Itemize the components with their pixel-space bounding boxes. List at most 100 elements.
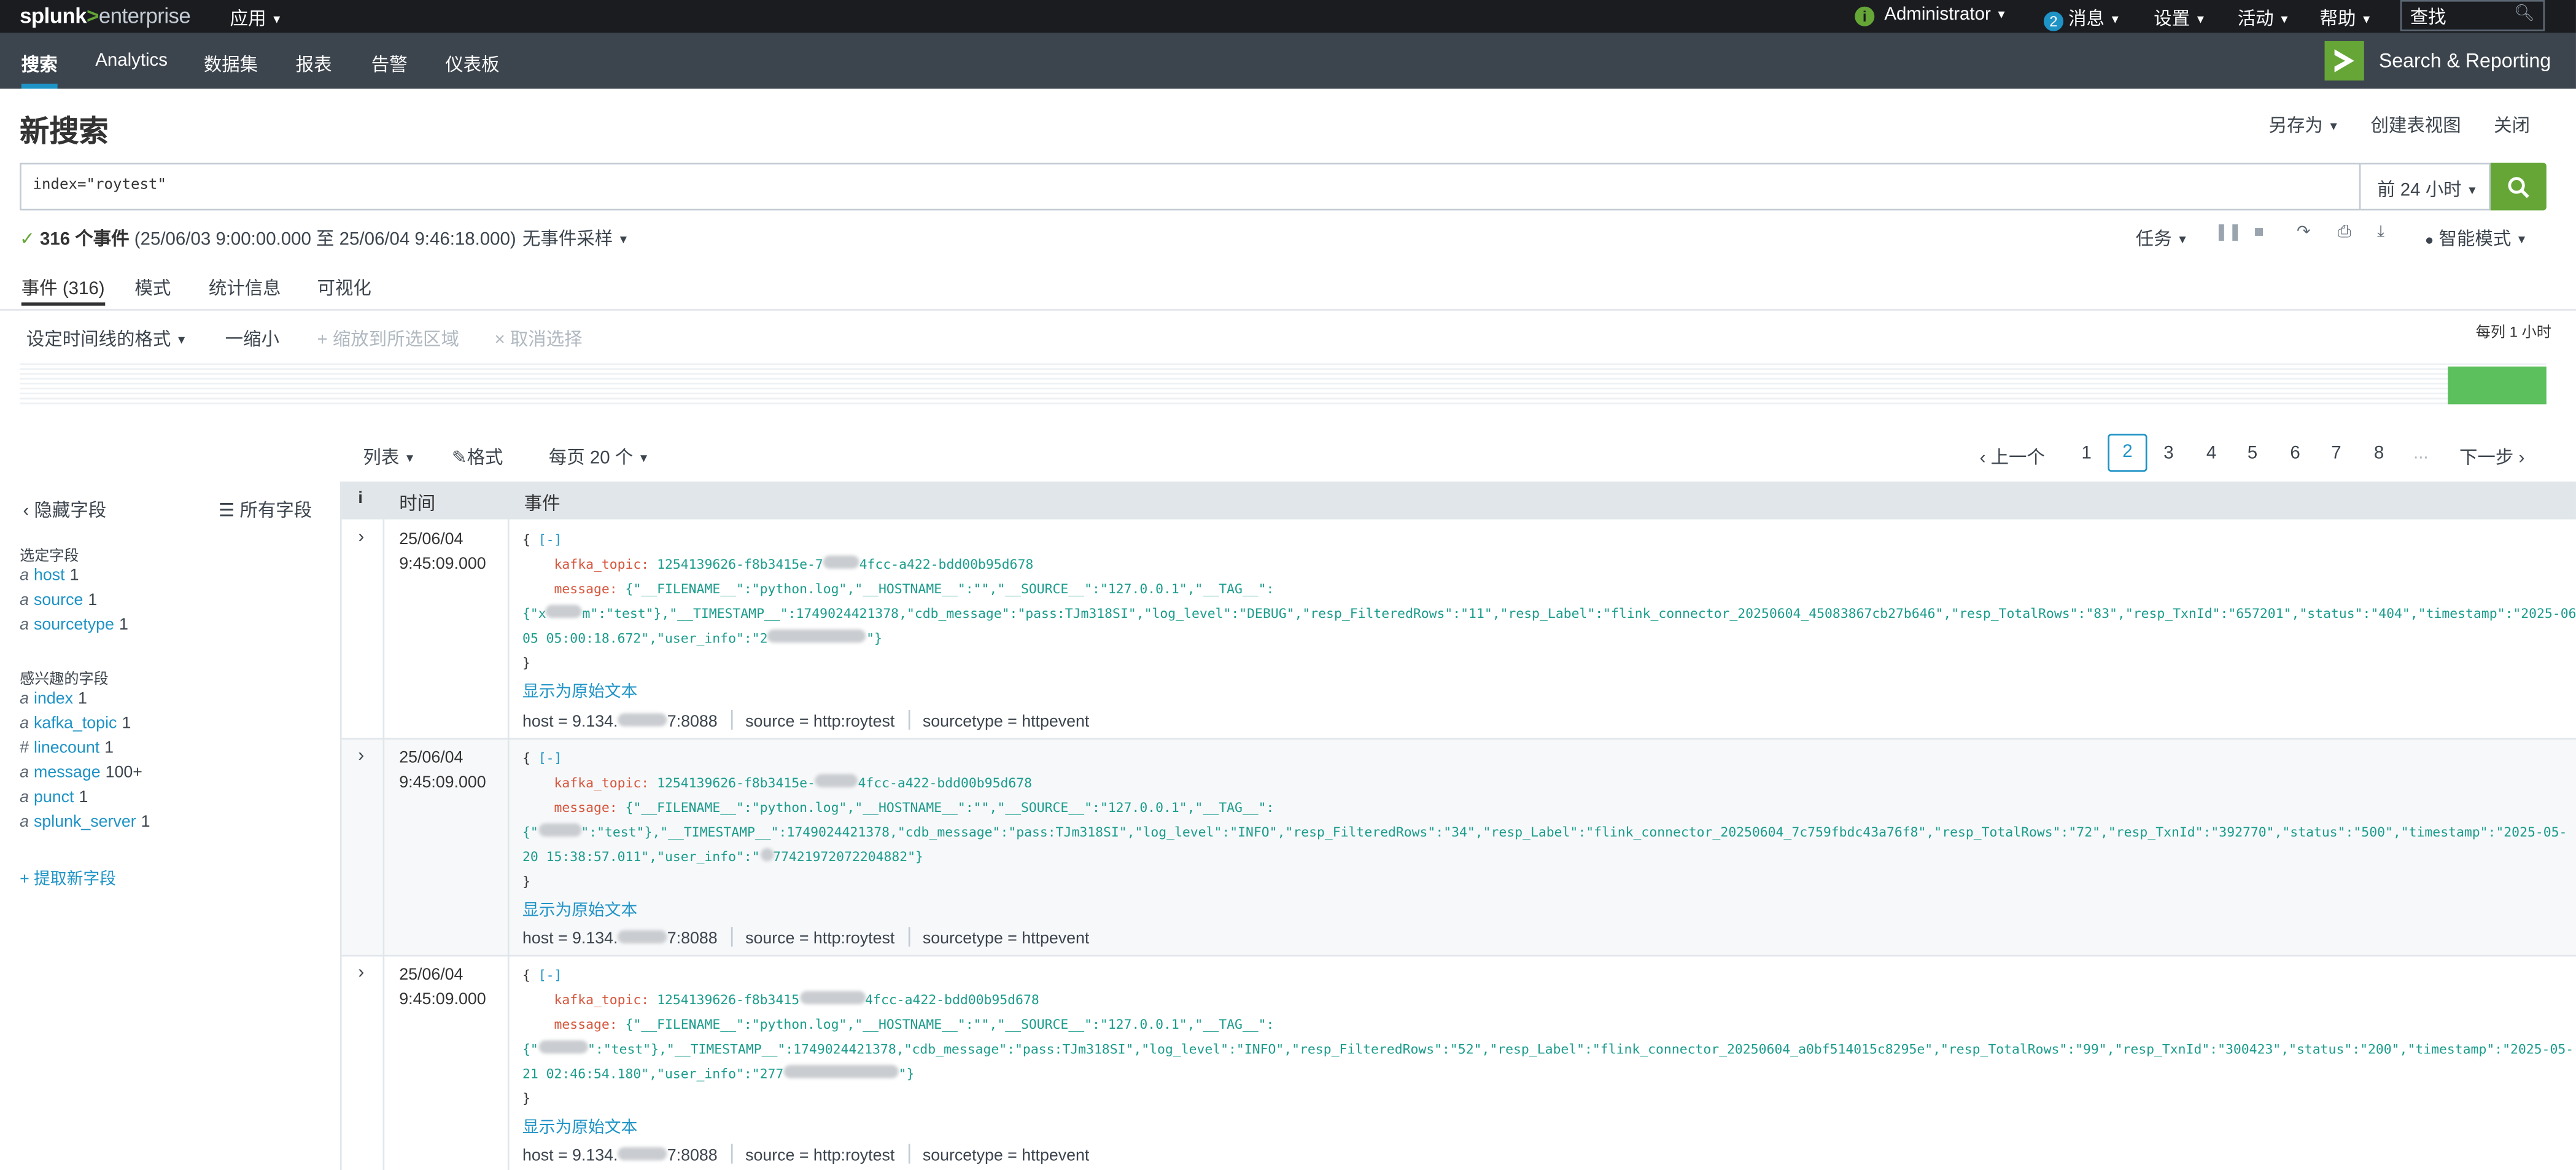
field-splunk-server[interactable]: a splunk_server 1 [20,814,150,832]
page-4[interactable]: 4 [2206,444,2216,464]
timeline-format-menu[interactable]: 设定时间线的格式 ▼ [26,326,187,352]
col-time[interactable]: 时间 [399,489,435,516]
meta-sourcetype[interactable]: sourcetype = httpevent [923,930,1090,948]
meta-host[interactable]: host = 9.134. [522,713,618,731]
nav-search[interactable]: 搜索 [21,51,58,89]
format-button[interactable]: ✎格式 [452,444,503,470]
search-mode-menu[interactable]: ● 智能模式 ▼ [2425,225,2528,252]
search-button[interactable] [2490,162,2547,211]
hide-fields-button[interactable]: ‹ 隐藏字段 [23,496,106,523]
tab-events[interactable]: 事件 (316) [21,275,105,306]
share-icon[interactable]: ↷ [2297,224,2310,241]
messages-menu[interactable]: 2 消息 ▼ [2043,5,2121,31]
meta-source[interactable]: source = http:roytest [745,930,894,948]
prev-page-button[interactable]: ‹ 上一个 [1980,444,2045,470]
event-timestamp[interactable]: 25/06/04 9:45:09.000 [399,963,486,1012]
meta-sourcetype[interactable]: sourcetype = httpevent [923,713,1090,731]
event-timestamp[interactable]: 25/06/04 9:45:09.000 [399,746,486,795]
json-value[interactable]: 4fcc-a422-bdd00b95d678 [865,993,1039,1007]
job-menu[interactable]: 任务 ▼ [2136,225,2188,252]
tab-visualization[interactable]: 可视化 [317,275,371,301]
find-input[interactable]: 查找 🔍︎ [2400,0,2545,31]
expand-event-icon[interactable]: › [358,963,364,983]
sampling-menu[interactable]: 无事件采样 ▼ [522,225,629,252]
expand-event-icon[interactable]: › [358,528,364,547]
help-menu[interactable]: 帮助 ▼ [2320,5,2372,31]
page-1[interactable]: 1 [2081,444,2091,464]
app-logo-icon[interactable] [2324,41,2364,81]
meta-host-port[interactable]: 7:8088 [667,713,718,731]
nav-alerts[interactable]: 告警 [371,51,408,77]
nav-analytics[interactable]: Analytics [95,51,168,71]
meta-host-port[interactable]: 7:8088 [667,1147,718,1165]
event-timestamp[interactable]: 25/06/04 9:45:09.000 [399,528,486,577]
meta-sourcetype[interactable]: sourcetype = httpevent [923,1147,1090,1165]
meta-host-port[interactable]: 7:8088 [667,930,718,948]
save-as-menu[interactable]: 另存为 ▼ [2269,112,2340,138]
search-query-input[interactable]: index="roytest" [20,162,2361,211]
next-page-button[interactable]: 下一步 › [2459,444,2524,470]
json-value[interactable]: 4fcc-a422-bdd00b95d678 [859,557,1034,572]
collapse-toggle[interactable]: [-] [538,751,562,766]
meta-host[interactable]: host = 9.134. [522,930,618,948]
nav-reports[interactable]: 报表 [296,51,332,77]
all-fields-button[interactable]: ☰ 所有字段 [219,496,312,523]
tab-statistics[interactable]: 统计信息 [209,275,281,301]
export-icon[interactable]: ⤓ [2377,224,2384,241]
field-index[interactable]: a index 1 [20,690,87,708]
field-kafka-topic[interactable]: a kafka_topic 1 [20,715,131,733]
stop-icon[interactable]: ■ [2254,224,2264,241]
expand-event-icon[interactable]: › [358,746,364,766]
json-value[interactable]: 1254139626-f8b3415 [657,993,799,1007]
timeline-bar[interactable] [2448,366,2547,405]
json-value[interactable]: 1254139626-f8b3415e- [657,776,815,790]
field-sourcetype[interactable]: a sourcetype 1 [20,617,128,634]
json-value[interactable]: {"__FILENAME__":"python.log","__HOSTNAME… [626,582,1274,596]
page-6[interactable]: 6 [2290,444,2300,464]
deselect-button[interactable]: × 取消选择 [494,326,582,352]
page-8[interactable]: 8 [2374,444,2384,464]
show-raw-text-link[interactable]: 显示为原始文本 [522,677,637,701]
time-range-picker[interactable]: 前 24 小时 ▼ [2361,162,2491,211]
user-menu[interactable]: i Administrator ▼ [1855,5,2007,26]
settings-menu[interactable]: 设置 ▼ [2154,5,2206,31]
nav-datasets[interactable]: 数据集 [204,51,258,77]
json-value[interactable]: {"__FILENAME__":"python.log","__HOSTNAME… [626,800,1274,815]
nav-dashboards[interactable]: 仪表板 [445,51,499,77]
event-json: { [-] kafka_topic: 1254139626-f8b3415 4fc… [522,963,2576,1111]
field-message[interactable]: a message 100+ [20,764,142,782]
collapse-toggle[interactable]: [-] [538,968,562,983]
json-value[interactable]: {"__FILENAME__":"python.log","__HOSTNAME… [626,1017,1274,1032]
meta-host[interactable]: host = 9.134. [522,1147,618,1165]
timeline-chart[interactable] [20,363,2547,405]
show-raw-text-link[interactable]: 显示为原始文本 [522,1113,637,1137]
zoom-out-button[interactable]: 一缩小 [225,326,279,352]
field-host[interactable]: a host 1 [20,567,79,585]
show-raw-text-link[interactable]: 显示为原始文本 [522,895,637,920]
list-view-menu[interactable]: 列表 ▼ [363,444,415,470]
activity-menu[interactable]: 活动 ▼ [2238,5,2290,31]
extract-fields-link[interactable]: + 提取新字段 [20,865,116,889]
page-5[interactable]: 5 [2248,444,2257,464]
close-link[interactable]: 关闭 [2494,112,2530,138]
create-table-view-link[interactable]: 创建表视图 [2370,112,2461,138]
per-page-menu[interactable]: 每页 20 个 ▼ [549,444,650,470]
page-7[interactable]: 7 [2331,444,2341,464]
print-icon[interactable]: ⎙ [2338,224,2351,241]
json-value[interactable]: 1254139626-f8b3415e-7 [657,557,823,572]
tab-patterns[interactable]: 模式 [134,275,171,301]
field-source[interactable]: a source 1 [20,591,97,609]
pause-icon[interactable]: ❚❚ [2214,224,2242,241]
zoom-selection-button[interactable]: + 缩放到所选区域 [317,326,459,352]
meta-source[interactable]: source = http:roytest [745,1147,894,1165]
page-2-current[interactable]: 2 [2108,434,2147,472]
collapse-toggle[interactable]: [-] [538,532,562,547]
apps-menu[interactable]: 应用 ▼ [230,5,282,31]
field-linecount[interactable]: # linecount 1 [20,739,114,757]
splunk-logo[interactable]: splunk>enterprise [20,3,191,28]
field-punct[interactable]: a punct 1 [20,789,88,806]
page-3[interactable]: 3 [2163,444,2173,464]
json-value[interactable]: 4fcc-a422-bdd00b95d678 [858,776,1032,790]
meta-source[interactable]: source = http:roytest [745,713,894,731]
app-title[interactable]: Search & Reporting [2379,49,2551,72]
